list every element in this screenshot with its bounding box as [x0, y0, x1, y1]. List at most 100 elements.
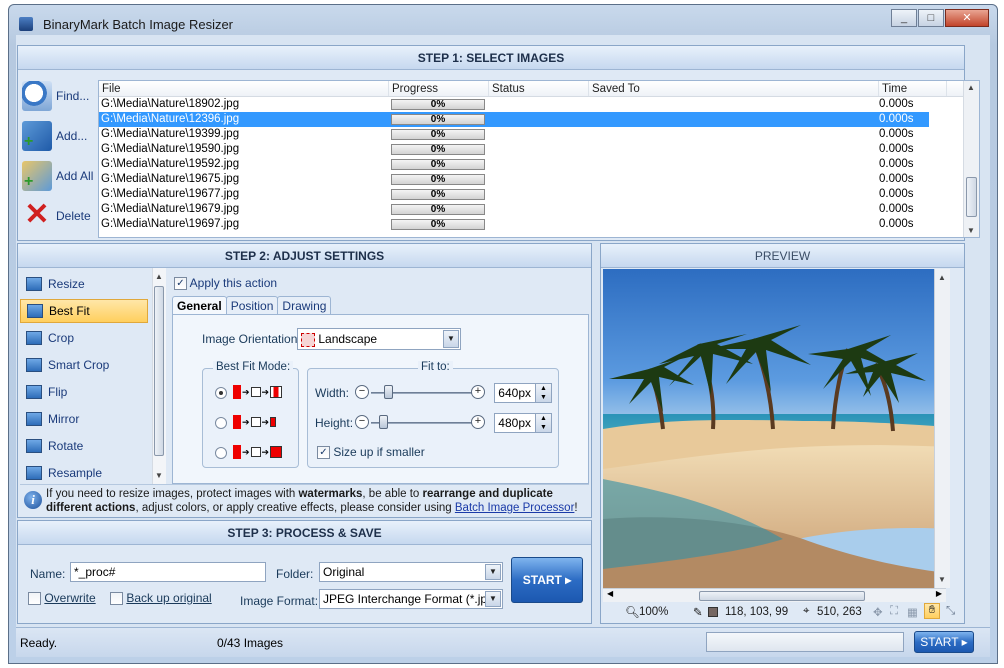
- preview-panel: PREVIEW ▲ ▼ ◀ ▶ 🔍︎ 100% ✎ 118, 103, 99 ⌖…: [600, 243, 965, 624]
- start-button[interactable]: START ▸: [511, 557, 583, 603]
- col-file[interactable]: File: [99, 81, 389, 96]
- progress-cell: 0%: [389, 217, 489, 232]
- file-list-scrollbar[interactable]: ▲ ▼: [963, 81, 979, 237]
- backup-row[interactable]: Back up original: [110, 591, 212, 606]
- col-status[interactable]: Status: [489, 81, 589, 96]
- format-select[interactable]: JPEG Interchange Format (*.jpg, ▼: [319, 589, 503, 609]
- move-icon[interactable]: ✥: [873, 605, 883, 619]
- height-spinner[interactable]: 480px ▲ ▼: [494, 413, 552, 433]
- action-scroll-thumb[interactable]: [154, 286, 164, 456]
- preview-vscroll[interactable]: ▲ ▼: [934, 269, 950, 588]
- table-row[interactable]: G:\Media\Nature\19677.jpg 0% 0.000s: [99, 187, 929, 202]
- preview-hscroll-thumb[interactable]: [699, 591, 865, 601]
- spin-updown-icon[interactable]: ▲ ▼: [535, 384, 551, 402]
- status-cell: [489, 217, 589, 232]
- scroll-thumb[interactable]: [966, 177, 977, 217]
- status-start-button[interactable]: START ▸: [914, 631, 974, 653]
- table-row[interactable]: G:\Media\Nature\19592.jpg 0% 0.000s: [99, 157, 929, 172]
- backup-label: Back up original: [126, 591, 212, 605]
- add-icon: +: [22, 121, 52, 151]
- minimize-button[interactable]: _: [891, 9, 917, 27]
- spin-updown-icon[interactable]: ▲ ▼: [535, 414, 551, 432]
- hand-tool-icon[interactable]: ✋︎: [924, 603, 940, 619]
- width-slider-knob[interactable]: [384, 385, 393, 399]
- preview-scroll-down-icon[interactable]: ▼: [938, 575, 946, 584]
- height-increase-icon[interactable]: +: [471, 415, 485, 429]
- col-progress[interactable]: Progress: [389, 81, 489, 96]
- orientation-select[interactable]: Landscape ▼: [297, 328, 461, 350]
- name-input[interactable]: *_proc#: [70, 562, 266, 582]
- find-button[interactable]: Find...: [22, 76, 94, 116]
- preview-scroll-left-icon[interactable]: ◀: [607, 589, 613, 598]
- chevron-down-icon[interactable]: ▼: [443, 330, 459, 348]
- preview-scroll-up-icon[interactable]: ▲: [938, 273, 946, 282]
- action-item[interactable]: Smart Crop: [20, 353, 148, 377]
- height-slider-knob[interactable]: [379, 415, 388, 429]
- width-decrease-icon[interactable]: −: [355, 385, 369, 399]
- action-item[interactable]: Resize: [20, 272, 148, 296]
- preview-vscroll-thumb[interactable]: [935, 269, 950, 449]
- scroll-down-icon[interactable]: ▼: [967, 226, 975, 235]
- preview-hscroll[interactable]: ◀ ▶: [603, 588, 946, 602]
- table-row[interactable]: G:\Media\Nature\19675.jpg 0% 0.000s: [99, 172, 929, 187]
- add-all-button[interactable]: + Add All: [22, 156, 94, 196]
- bestfit-mode-radio-3[interactable]: [215, 447, 227, 459]
- col-saved-to[interactable]: Saved To: [589, 81, 879, 96]
- tab-general[interactable]: General: [172, 296, 227, 315]
- fit-icon[interactable]: ⛶: [890, 605, 898, 618]
- tab-position[interactable]: Position: [225, 296, 279, 315]
- action-list[interactable]: ▲ ▼ Resize Best Fit Crop Smart Crop Flip Mirr…: [18, 268, 168, 484]
- sizeup-checkbox[interactable]: ✓: [317, 446, 330, 460]
- scroll-up-icon[interactable]: ▲: [967, 83, 975, 92]
- zoom-icon[interactable]: 🔍︎: [625, 605, 640, 619]
- table-row[interactable]: G:\Media\Nature\19697.jpg 0% 0.000s: [99, 217, 929, 232]
- delete-button[interactable]: ✕ Delete: [22, 196, 94, 236]
- pick-tool-icon[interactable]: ⤡: [946, 605, 955, 618]
- overwrite-checkbox[interactable]: [28, 592, 41, 606]
- file-cell: G:\Media\Nature\12396.jpg: [101, 113, 240, 125]
- preview-image[interactable]: ▲ ▼: [603, 269, 950, 588]
- maximize-button[interactable]: □: [918, 9, 944, 27]
- action-scroll-up-icon[interactable]: ▲: [155, 272, 163, 281]
- chevron-down-icon[interactable]: ▼: [485, 564, 501, 580]
- close-button[interactable]: ✕: [945, 9, 989, 27]
- width-increase-icon[interactable]: +: [471, 385, 485, 399]
- action-scroll-down-icon[interactable]: ▼: [155, 471, 163, 480]
- table-row[interactable]: G:\Media\Nature\19590.jpg 0% 0.000s: [99, 142, 929, 157]
- table-row[interactable]: G:\Media\Nature\12396.jpg 0% 0.000s: [99, 112, 929, 127]
- actual-size-icon[interactable]: ▦: [907, 605, 918, 619]
- file-list[interactable]: File Progress Status Saved To Time G:\Me…: [98, 80, 980, 238]
- bestfit-mode-radio-2[interactable]: [215, 417, 227, 429]
- action-item[interactable]: Rotate: [20, 434, 148, 458]
- sizeup-row[interactable]: ✓ Size up if smaller: [317, 445, 425, 460]
- overwrite-row[interactable]: Overwrite: [28, 591, 96, 606]
- bestfit-mode-group: Best Fit Mode: ➔ ➔ ➔ ➔ ➔ ➔: [202, 361, 299, 468]
- table-row[interactable]: G:\Media\Nature\19679.jpg 0% 0.000s: [99, 202, 929, 217]
- tab-drawing[interactable]: Drawing: [277, 296, 332, 315]
- action-list-scrollbar[interactable]: ▲ ▼: [152, 268, 166, 484]
- saved-to-cell: [589, 187, 879, 202]
- format-label: Image Format:: [240, 594, 319, 608]
- preview-scroll-right-icon[interactable]: ▶: [936, 589, 942, 598]
- action-item[interactable]: Flip: [20, 380, 148, 404]
- action-item[interactable]: Crop: [20, 326, 148, 350]
- col-time[interactable]: Time: [879, 81, 947, 96]
- table-row[interactable]: G:\Media\Nature\19399.jpg 0% 0.000s: [99, 127, 929, 142]
- action-item[interactable]: Best Fit: [20, 299, 148, 323]
- eyedropper-icon[interactable]: ✎: [693, 605, 703, 619]
- height-decrease-icon[interactable]: −: [355, 415, 369, 429]
- width-spinner[interactable]: 640px ▲ ▼: [494, 383, 552, 403]
- batch-image-processor-link[interactable]: Batch Image Processor: [455, 502, 575, 514]
- action-item[interactable]: Resample: [20, 461, 148, 485]
- folder-value: Original: [323, 565, 365, 579]
- folder-select[interactable]: Original ▼: [319, 562, 503, 582]
- action-item[interactable]: Mirror: [20, 407, 148, 431]
- action-icon: [26, 331, 42, 345]
- bestfit-mode-radio-1[interactable]: [215, 387, 227, 399]
- chevron-down-icon[interactable]: ▼: [485, 591, 501, 607]
- table-row[interactable]: G:\Media\Nature\18902.jpg 0% 0.000s: [99, 97, 929, 112]
- apply-action-row[interactable]: ✓ Apply this action: [174, 276, 277, 291]
- apply-checkbox[interactable]: ✓: [174, 277, 187, 291]
- add-button[interactable]: + Add...: [22, 116, 94, 156]
- backup-checkbox[interactable]: [110, 592, 123, 606]
